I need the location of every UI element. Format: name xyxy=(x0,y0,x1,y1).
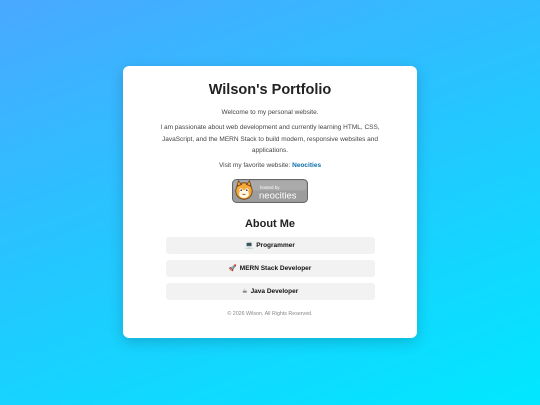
cat-mascot-icon xyxy=(235,179,253,200)
about-item-mern[interactable]: 🚀 MERN Stack Developer xyxy=(165,259,375,277)
about-item-label: Programmer xyxy=(256,241,295,249)
welcome-text: Welcome to my personal website. xyxy=(221,109,319,116)
visit-line: Visit my favorite website: Neocities xyxy=(157,161,383,171)
neocities-link[interactable]: Neocities xyxy=(292,162,321,169)
coffee-icon: ☕ xyxy=(241,287,248,295)
visit-prefix: Visit my favorite website: xyxy=(218,161,293,169)
about-item-label: MERN Stack Developer xyxy=(239,264,312,272)
about-list: 💻 Programmer 🚀 MERN Stack Developer ☕ Java … xyxy=(157,236,383,300)
badge-small-text: hosted by xyxy=(260,185,280,190)
page-title: Wilson's Portfolio xyxy=(208,82,332,98)
rocket-icon: 🚀 xyxy=(228,264,237,272)
about-item-label: Java Developer xyxy=(250,287,299,295)
badge-container: hosted by neocities xyxy=(157,178,383,203)
laptop-icon: 💻 xyxy=(245,241,254,249)
about-item-programmer[interactable]: 💻 Programmer xyxy=(165,236,375,254)
description-text: I am passionate about web development an… xyxy=(160,124,380,154)
about-heading: About Me xyxy=(244,217,296,230)
about-item-java[interactable]: ☕ Java Developer xyxy=(165,282,375,300)
footer-copyright: © 2026 Wilson. All Rights Reserved. xyxy=(227,310,313,317)
neocities-badge[interactable]: hosted by neocities xyxy=(232,178,308,203)
badge-brand-text: neocities xyxy=(259,190,297,201)
portfolio-card: Wilson's Portfolio Welcome to my persona… xyxy=(123,66,417,338)
